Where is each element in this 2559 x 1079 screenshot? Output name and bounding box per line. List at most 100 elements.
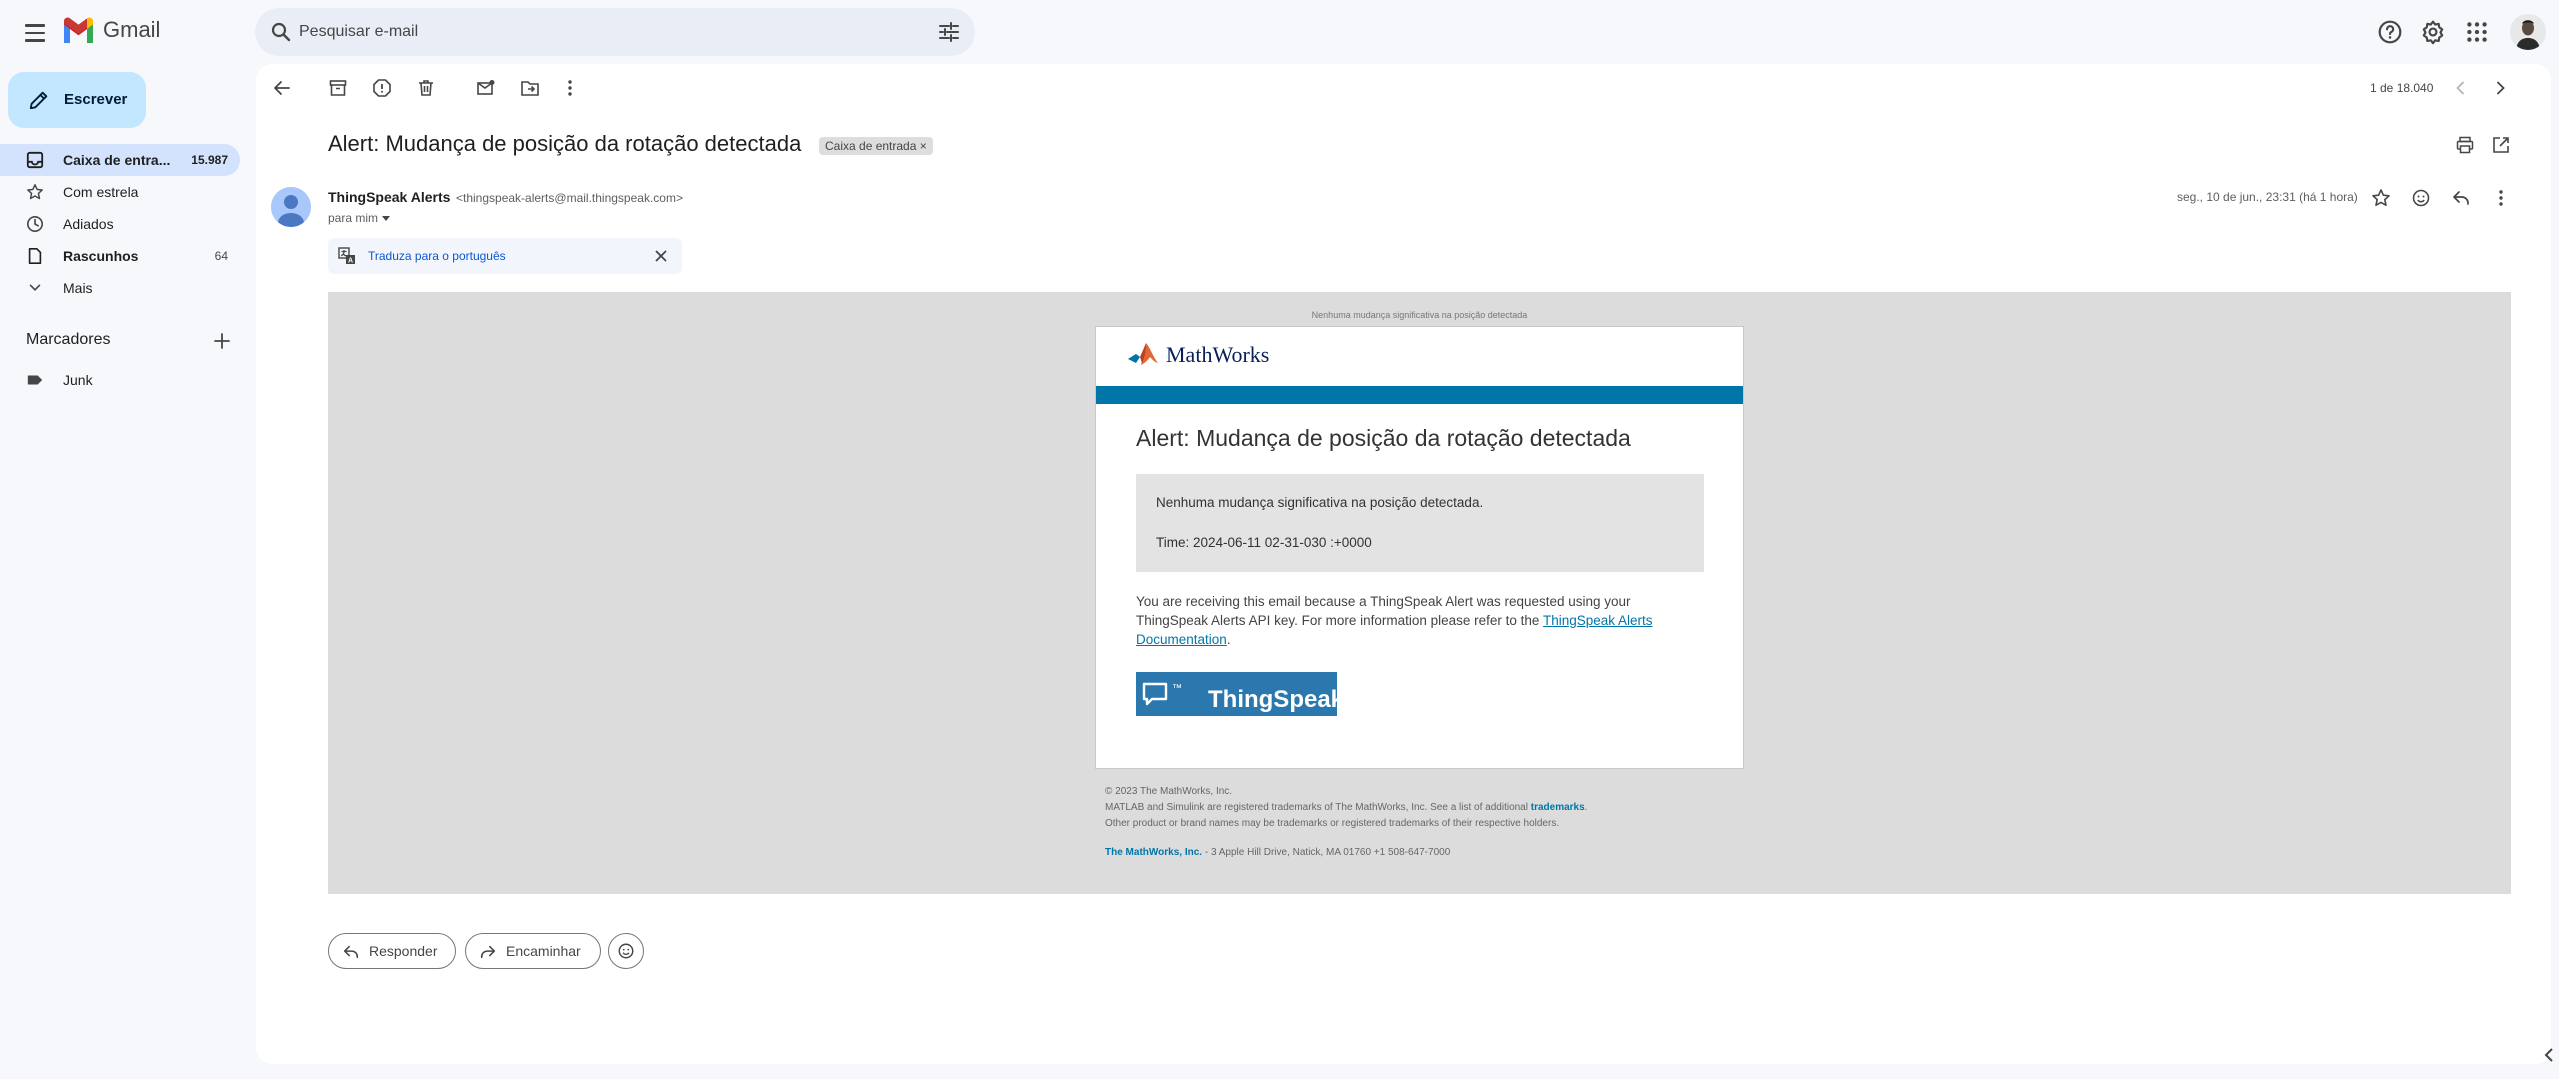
alert-message: Nenhuma mudança significativa na posição… [1156, 495, 1484, 510]
sidebar-item-label: Com estrela [63, 184, 139, 200]
inbox-label-chip[interactable]: Caixa de entrada × [819, 137, 933, 155]
address-text: - 3 Apple Hill Drive, Natick, MA 01760 +… [1202, 847, 1451, 858]
unread-count: 15.987 [191, 153, 228, 167]
translate-link[interactable]: Traduza para o português [368, 249, 506, 263]
footer-other-brands: Other product or brand names may be trad… [1105, 818, 1560, 829]
caret-down-icon[interactable] [381, 214, 391, 222]
email-subject: Alert: Mudança de posição da rotação det… [328, 131, 802, 156]
forward-label: Encaminhar [506, 943, 581, 959]
translate-icon: A [338, 247, 355, 265]
alert-time: Time: 2024-06-11 02-31-030 :+0000 [1156, 535, 1372, 550]
email-footer: © 2023 The MathWorks, Inc. MATLAB and Si… [1105, 784, 1587, 861]
search-bar[interactable] [255, 8, 975, 56]
forward-icon [480, 945, 496, 959]
more-vertical-icon[interactable] [560, 78, 580, 98]
trademarks-link[interactable]: trademarks [1531, 802, 1585, 813]
footer-address: The MathWorks, Inc. - 3 Apple Hill Drive… [1105, 845, 1587, 861]
account-avatar[interactable] [2510, 14, 2546, 50]
speech-bubble-icon [1142, 682, 1168, 706]
sidebar-item-label: Rascunhos [63, 248, 139, 264]
sidebar-item-drafts[interactable]: Rascunhos 64 [0, 240, 240, 272]
reply-icon [343, 945, 359, 959]
tune-icon[interactable] [937, 20, 961, 44]
search-icon[interactable] [269, 20, 293, 44]
inbox-icon [26, 151, 44, 169]
chip-remove-icon[interactable]: × [920, 139, 927, 153]
mathworks-wordmark: MathWorks [1166, 342, 1270, 367]
reply-label: Responder [369, 943, 438, 959]
alert-title: Alert: Mudança de posição da rotação det… [1136, 425, 1631, 451]
main-menu-button[interactable] [20, 18, 50, 48]
company-link[interactable]: The MathWorks, Inc. [1105, 847, 1202, 858]
person-icon [271, 187, 311, 227]
sidebar-item-label: Caixa de entra... [63, 152, 171, 168]
mathworks-logo[interactable]: MathWorks [1126, 339, 1269, 371]
footer-copyright: © 2023 The MathWorks, Inc. [1105, 786, 1233, 797]
add-label-icon[interactable] [212, 331, 232, 351]
clock-icon [26, 215, 44, 233]
email-card: MathWorks Alert: Mudança de posição da r… [1095, 326, 1744, 769]
delete-icon[interactable] [416, 78, 436, 98]
gmail-logo[interactable]: Gmail [62, 16, 160, 44]
mathworks-membrane-icon [1128, 343, 1158, 365]
draft-icon [28, 247, 42, 265]
footer-tm-text: MATLAB and Simulink are registered trade… [1105, 802, 1531, 813]
apps-grid-icon[interactable] [2464, 19, 2490, 45]
message-date: seg., 10 de jun., 23:31 (há 1 hora) [2177, 190, 2358, 204]
forward-button[interactable]: Encaminhar [465, 933, 601, 969]
sidebar-item-junk[interactable]: Junk [0, 364, 240, 396]
svg-text:A: A [348, 258, 353, 265]
gmail-m-icon [64, 17, 93, 43]
info-paragraph: You are receiving this email because a T… [1136, 592, 1706, 649]
trademark-sign: ™ [1172, 683, 1182, 694]
recipient-details[interactable]: para mim [328, 211, 391, 225]
compose-button[interactable]: Escrever [8, 72, 146, 128]
report-spam-icon[interactable] [372, 78, 392, 98]
sender-avatar[interactable] [271, 187, 311, 227]
close-icon[interactable] [654, 249, 668, 263]
sidebar-item-starred[interactable]: Com estrela [0, 176, 240, 208]
print-icon[interactable] [2455, 135, 2475, 155]
pagination-count: 1 de 18.040 [2370, 81, 2434, 95]
recipient-label: para mim [328, 211, 379, 225]
gear-icon[interactable] [2420, 19, 2446, 45]
pencil-icon [29, 91, 48, 110]
app-name: Gmail [103, 17, 161, 42]
archive-icon[interactable] [328, 78, 348, 98]
sidebar-item-inbox[interactable]: Caixa de entra... 15.987 [0, 144, 240, 176]
labels-heading: Marcadores [26, 331, 111, 348]
star-icon[interactable] [2371, 188, 2391, 208]
sidebar-item-more[interactable]: Mais [0, 272, 240, 304]
mark-unread-icon[interactable] [476, 78, 496, 98]
sender-name[interactable]: ThingSpeak Alerts [328, 189, 450, 205]
sidebar-item-snoozed[interactable]: Adiados [0, 208, 240, 240]
emoji-reaction-button[interactable] [608, 933, 644, 969]
hamburger-icon [25, 24, 45, 27]
help-icon[interactable] [2377, 19, 2403, 45]
search-input[interactable] [299, 8, 859, 56]
brand-bar [1096, 386, 1743, 404]
newer-chevron-left-icon[interactable] [2451, 78, 2471, 98]
more-vertical-icon[interactable] [2491, 188, 2511, 208]
older-chevron-right-icon[interactable] [2490, 78, 2510, 98]
chevron-down-icon [29, 284, 41, 291]
sidebar-item-label: Adiados [63, 216, 114, 232]
footer-trademarks: MATLAB and Simulink are registered trade… [1105, 800, 1587, 816]
email-body: Nenhuma mudança significativa na posição… [328, 292, 2511, 894]
info-end: . [1226, 632, 1231, 647]
emoji-react-icon[interactable] [2411, 188, 2431, 208]
side-panel-toggle-icon[interactable] [2534, 1040, 2559, 1070]
sidebar-item-label: Junk [63, 372, 93, 388]
back-arrow-icon[interactable] [272, 78, 292, 98]
thingspeak-logo[interactable]: ThingSpeak ™ [1136, 672, 1344, 716]
star-icon [27, 184, 43, 200]
reply-button[interactable]: Responder [328, 933, 456, 969]
reply-icon[interactable] [2451, 188, 2471, 208]
open-new-window-icon[interactable] [2491, 135, 2511, 155]
label-icon [27, 375, 43, 385]
move-to-icon[interactable] [520, 78, 540, 98]
sender-email: <thingspeak-alerts@mail.thingspeak.com> [456, 191, 683, 205]
translate-banner: A Traduza para o português [328, 238, 682, 274]
footer-tm-end: . [1584, 802, 1588, 813]
sidebar-item-label: Mais [63, 280, 93, 296]
